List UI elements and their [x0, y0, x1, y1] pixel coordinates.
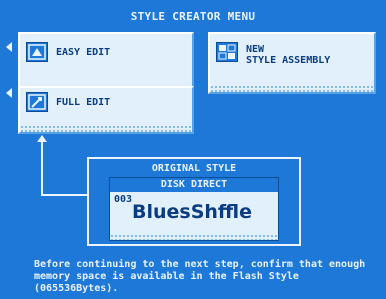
memory-notice: Before continuing to the next step, conf… — [34, 259, 366, 294]
style-creator-screen: STYLE CREATOR MENU EASY EDIT FULL EDIT N… — [0, 0, 386, 299]
page-title: STYLE CREATOR MENU — [130, 10, 256, 23]
connector-line — [41, 194, 88, 196]
full-edit-label: FULL EDIT — [56, 97, 111, 108]
style-number: 003 — [114, 194, 133, 205]
full-edit-pointer-icon — [6, 88, 12, 98]
new-style-assembly-label: NEW STYLE ASSEMBLY — [246, 44, 331, 66]
easy-edit-icon — [26, 42, 48, 62]
connector-line — [41, 142, 43, 196]
easy-edit-pointer-icon — [6, 42, 12, 52]
full-edit-button[interactable]: FULL EDIT — [18, 86, 194, 134]
style-source: DISK DIRECT — [110, 178, 278, 192]
full-edit-icon — [26, 92, 48, 112]
original-style-card[interactable]: DISK DIRECT 003 BluesShffle — [109, 177, 279, 241]
easy-edit-label: EASY EDIT — [56, 47, 111, 58]
connector-arrow-icon — [37, 135, 47, 142]
new-style-assembly-button[interactable]: NEW STYLE ASSEMBLY — [208, 32, 376, 94]
style-assembly-icon — [216, 42, 238, 62]
style-name: BluesShffle — [132, 201, 253, 223]
easy-edit-button[interactable]: EASY EDIT — [18, 32, 194, 94]
original-style-heading: ORIGINAL STYLE — [151, 163, 237, 174]
original-style-panel: ORIGINAL STYLE DISK DIRECT 003 BluesShff… — [87, 157, 301, 246]
